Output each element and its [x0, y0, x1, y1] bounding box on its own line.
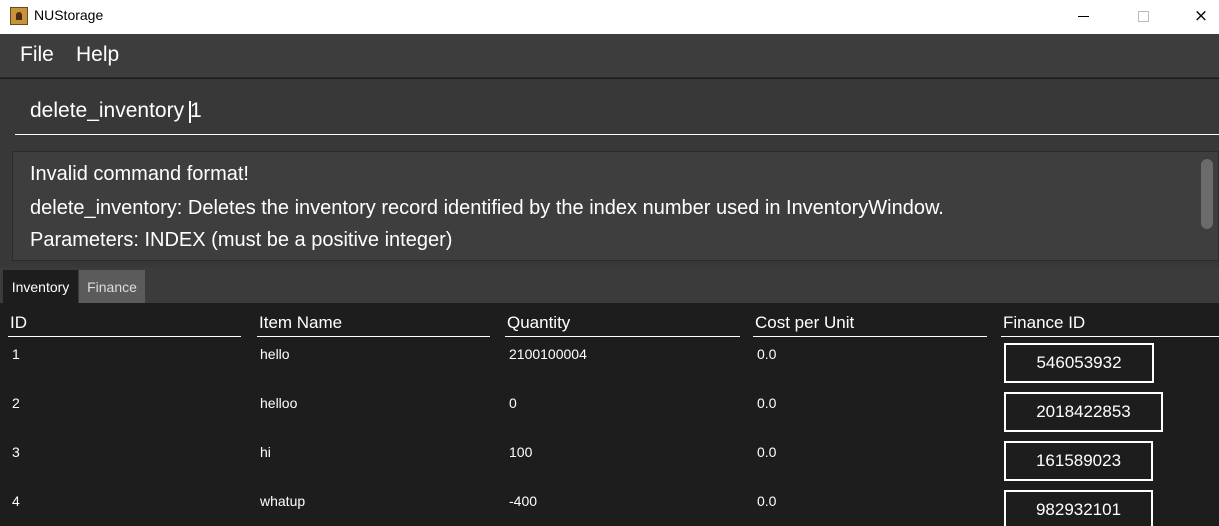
menu-file[interactable]: File [20, 43, 54, 67]
command-input[interactable] [15, 87, 1219, 135]
result-scrollbar[interactable] [1201, 159, 1213, 229]
cell-cost: 0.0 [757, 444, 777, 460]
result-display-area: Invalid command format! delete_inventory… [0, 146, 1219, 267]
cell-id: 4 [12, 493, 20, 509]
cell-item-name: helloo [260, 395, 298, 411]
result-line: delete_inventory: Deletes the inventory … [30, 197, 944, 219]
maximize-button[interactable] [1120, 0, 1166, 32]
header-divider [257, 336, 490, 337]
close-button[interactable]: × [1178, 0, 1219, 32]
finance-id-badge: 546053932 [1004, 343, 1154, 383]
column-header-item-name[interactable]: Item Name [259, 313, 342, 333]
menu-bar: File Help [0, 34, 1219, 78]
column-header-quantity[interactable]: Quantity [507, 313, 570, 333]
column-header-cost-per-unit[interactable]: Cost per Unit [755, 313, 854, 333]
cell-item-name: hi [260, 444, 271, 460]
cell-quantity: 0 [509, 395, 517, 411]
maximize-icon [1137, 10, 1149, 22]
close-icon: × [1193, 5, 1209, 26]
title-bar: NUStorage × [0, 0, 1219, 34]
cell-cost: 0.0 [757, 395, 777, 411]
menu-help[interactable]: Help [76, 43, 119, 67]
header-divider [1001, 336, 1219, 337]
finance-id-badge: 2018422853 [1004, 392, 1163, 432]
header-divider [8, 336, 241, 337]
tab-finance[interactable]: Finance [79, 270, 145, 303]
tab-inventory[interactable]: Inventory [3, 270, 78, 303]
minimize-button[interactable] [1060, 0, 1106, 32]
cell-id: 3 [12, 444, 20, 460]
text-caret [189, 101, 191, 123]
command-box-area [0, 79, 1219, 146]
cell-quantity: 2100100004 [509, 346, 587, 362]
app-icon [10, 7, 28, 25]
finance-id-badge: 982932101 [1004, 490, 1153, 526]
inventory-table: ID Item Name Quantity Cost per Unit Fina… [0, 303, 1219, 526]
cell-item-name: whatup [260, 493, 306, 509]
header-divider [505, 336, 740, 337]
cell-item-name: hello [260, 346, 290, 362]
finance-id-badge: 161589023 [1004, 441, 1153, 481]
minimize-icon [1077, 15, 1089, 17]
tab-bar: Inventory Finance [0, 267, 1219, 303]
cell-quantity: -400 [509, 493, 538, 509]
cell-id: 2 [12, 395, 20, 411]
result-line: Invalid command format! [30, 163, 249, 185]
window-title: NUStorage [34, 7, 104, 23]
result-line: Parameters: INDEX (must be a positive in… [30, 229, 453, 251]
column-header-id[interactable]: ID [10, 313, 27, 333]
cell-cost: 0.0 [757, 493, 777, 509]
cell-id: 1 [12, 346, 20, 362]
header-divider [753, 336, 987, 337]
cell-quantity: 100 [509, 444, 533, 460]
cell-cost: 0.0 [757, 346, 777, 362]
column-header-finance-id[interactable]: Finance ID [1003, 313, 1085, 333]
result-display[interactable]: Invalid command format! delete_inventory… [12, 151, 1219, 261]
